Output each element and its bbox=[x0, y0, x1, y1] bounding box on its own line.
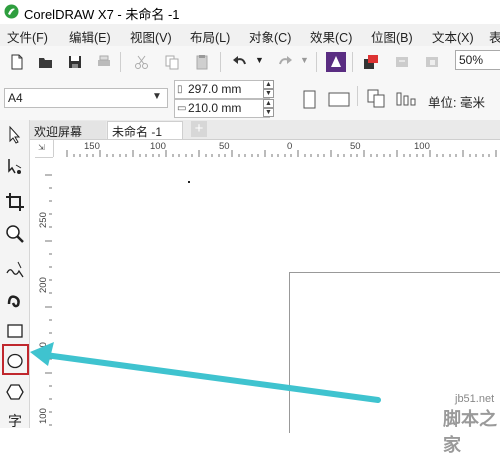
print-icon[interactable] bbox=[95, 53, 113, 71]
ruler-label: 100 bbox=[150, 141, 166, 152]
menu-edit[interactable]: 编辑(E) bbox=[69, 27, 111, 46]
menu-layout[interactable]: 布局(L) bbox=[190, 27, 230, 46]
width-spin-down-icon[interactable]: ▼ bbox=[263, 89, 274, 98]
paper-size-select[interactable] bbox=[4, 88, 168, 108]
chevron-down-icon[interactable]: ▼ bbox=[152, 91, 162, 102]
units-select[interactable]: 毫米 bbox=[460, 92, 485, 111]
units-label: 单位: bbox=[428, 96, 457, 110]
undo-dropdown-icon[interactable]: ▼ bbox=[255, 55, 264, 65]
add-tab-button[interactable]: + bbox=[191, 121, 207, 137]
all-pages-icon[interactable] bbox=[366, 88, 388, 110]
landscape-icon[interactable] bbox=[328, 92, 350, 108]
height-spin-down-icon[interactable]: ▼ bbox=[263, 108, 274, 117]
menu-file[interactable]: 文件(F) bbox=[7, 27, 48, 46]
menu-table[interactable]: 表 bbox=[489, 27, 500, 46]
options-icon[interactable] bbox=[423, 53, 441, 71]
open-folder-icon[interactable] bbox=[37, 53, 55, 71]
ruler-label: 150 bbox=[84, 141, 100, 152]
height-spin-up-icon[interactable]: ▲ bbox=[263, 99, 274, 108]
publish-icon[interactable] bbox=[393, 53, 411, 71]
artistic-media-tool-icon[interactable] bbox=[4, 289, 26, 311]
toolbar-separator bbox=[220, 52, 221, 72]
canvas-dot bbox=[188, 181, 190, 183]
zoom-tool-icon[interactable] bbox=[4, 223, 26, 245]
menu-view[interactable]: 视图(V) bbox=[130, 27, 172, 46]
page-width-value: 297.0 mm bbox=[188, 82, 242, 96]
redo-icon[interactable] bbox=[276, 53, 294, 71]
ellipse-tool-highlight bbox=[2, 344, 29, 375]
copy-icon[interactable] bbox=[163, 53, 181, 71]
ruler-origin-icon: ⇲ bbox=[38, 143, 45, 152]
ruler-label: 250 bbox=[38, 212, 49, 228]
menu-bitmap[interactable]: 位图(B) bbox=[371, 27, 413, 46]
pick-tool-icon[interactable] bbox=[4, 124, 26, 146]
ruler-label: 50 bbox=[219, 141, 230, 152]
watermark-logo-text: 脚本之家 bbox=[443, 409, 497, 455]
new-document-icon[interactable] bbox=[8, 53, 26, 71]
undo-icon[interactable] bbox=[231, 53, 249, 71]
menu-bar: 文件(F) 编辑(E) 视图(V) 布局(L) 对象(C) 效果(C) 位图(B… bbox=[0, 24, 500, 47]
redo-dropdown-icon[interactable]: ▼ bbox=[300, 55, 309, 65]
ruler-label: 0 bbox=[287, 141, 293, 152]
toolbar-separator bbox=[316, 52, 317, 72]
menu-effects[interactable]: 效果(C) bbox=[310, 27, 352, 46]
save-icon[interactable] bbox=[66, 53, 84, 71]
polygon-tool-icon[interactable] bbox=[4, 381, 26, 403]
tab-welcome-label: 欢迎屏幕 bbox=[34, 125, 83, 139]
menu-text[interactable]: 文本(X) bbox=[432, 27, 474, 46]
tab-document-label: 未命名 -1 bbox=[112, 125, 163, 139]
page-height-value: 210.0 mm bbox=[188, 101, 242, 115]
ruler-label: 200 bbox=[38, 277, 49, 293]
export-icon[interactable] bbox=[362, 53, 380, 71]
current-page-icon[interactable] bbox=[395, 90, 417, 108]
toolbar-separator bbox=[120, 52, 121, 72]
shape-tool-icon[interactable] bbox=[4, 156, 26, 178]
ruler-label: 100 bbox=[414, 141, 430, 152]
width-icon: ▯ bbox=[177, 84, 183, 95]
text-tool-icon[interactable]: 字 bbox=[8, 411, 22, 431]
window-title: CorelDRAW X7 - 未命名 -1 bbox=[24, 7, 180, 22]
toolbar-separator bbox=[352, 52, 353, 72]
paste-icon[interactable] bbox=[193, 53, 211, 71]
freehand-tool-icon[interactable] bbox=[4, 259, 26, 281]
import-icon[interactable] bbox=[325, 51, 347, 73]
zoom-level-value: 50% bbox=[459, 53, 484, 67]
height-icon: ▭ bbox=[177, 103, 187, 114]
watermark-url: jb51.net bbox=[455, 393, 495, 405]
ruler-label: 50 bbox=[350, 141, 361, 152]
coreldraw-logo-icon bbox=[4, 4, 19, 19]
pointer-arrow bbox=[30, 342, 381, 403]
portrait-icon[interactable] bbox=[302, 90, 318, 110]
paper-size-value: A4 bbox=[8, 91, 23, 105]
toolbar-separator bbox=[357, 86, 358, 106]
width-spin-up-icon[interactable]: ▲ bbox=[263, 80, 274, 89]
rectangle-tool-icon[interactable] bbox=[4, 320, 26, 342]
crop-tool-icon[interactable] bbox=[4, 191, 26, 213]
cut-icon[interactable] bbox=[133, 53, 151, 71]
menu-object[interactable]: 对象(C) bbox=[249, 27, 291, 46]
